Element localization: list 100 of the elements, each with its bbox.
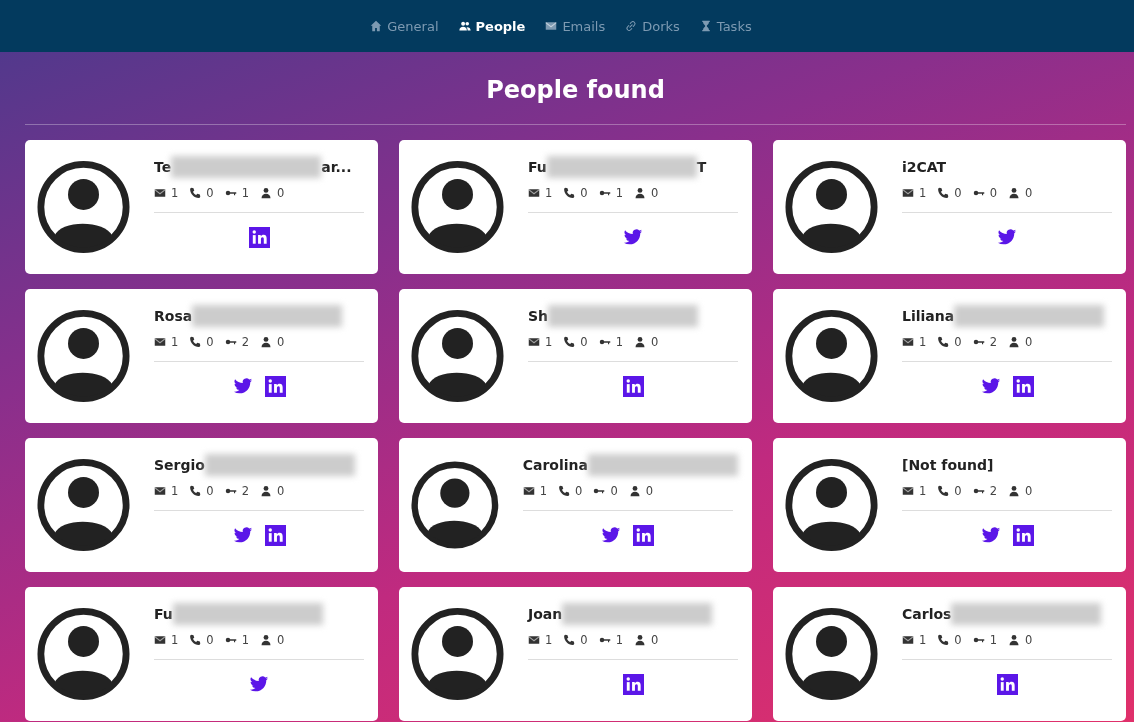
avatar-icon (411, 159, 504, 255)
user-icon (634, 634, 646, 646)
envelope-icon (545, 20, 558, 32)
count-value: 0 (954, 484, 962, 498)
count-value: 0 (989, 186, 997, 200)
email-icon (154, 634, 166, 646)
email-icon (902, 634, 914, 646)
user-icon (628, 485, 641, 497)
user-icon (260, 634, 272, 646)
person-name: Te (154, 159, 172, 175)
count-value: 0 (575, 484, 583, 498)
people-icon (458, 20, 471, 32)
count-value: 1 (919, 186, 927, 200)
count-value: 1 (545, 633, 553, 647)
bird-icon[interactable] (232, 376, 253, 396)
bird-icon[interactable] (232, 525, 253, 545)
count-value: 1 (171, 186, 179, 200)
phone-icon (937, 634, 950, 646)
linkedin-icon[interactable] (248, 227, 270, 248)
avatar-icon (411, 606, 504, 702)
person-name: Liliana (902, 308, 955, 324)
person-name: [Not found] (902, 457, 994, 473)
avatar-icon (785, 159, 878, 255)
avatar-icon (411, 308, 504, 404)
phone-icon (189, 187, 202, 199)
email-icon (528, 336, 540, 348)
user-icon (634, 336, 646, 348)
nav-tab[interactable]: People (458, 18, 526, 34)
bird-icon[interactable] (249, 674, 269, 694)
phone-icon (189, 336, 202, 348)
avatar-icon (785, 457, 878, 553)
person-name: Joan (528, 606, 563, 622)
bird-icon[interactable] (980, 525, 1001, 545)
linkedin-icon[interactable] (622, 376, 644, 397)
linkedin-icon[interactable] (622, 674, 644, 695)
count-value: 0 (277, 484, 285, 498)
linkedin-icon[interactable] (1012, 525, 1034, 546)
email-icon (528, 634, 540, 646)
nav-tab[interactable]: Emails (545, 18, 606, 34)
count-value: 1 (919, 633, 927, 647)
count-value: 0 (206, 633, 214, 647)
phone-icon (563, 634, 576, 646)
linkedin-icon[interactable] (264, 525, 286, 546)
count-value: 1 (241, 186, 249, 200)
person-name: Sergio (154, 457, 205, 473)
count-value: 0 (580, 633, 588, 647)
user-icon (260, 336, 272, 348)
person-name: i2CAT (902, 159, 947, 175)
user-icon (1008, 187, 1020, 199)
email-icon (522, 485, 535, 497)
count-value: 0 (277, 335, 285, 349)
count-value: 0 (580, 186, 588, 200)
person-name: Rosa (154, 308, 193, 324)
bird-icon[interactable] (623, 227, 643, 247)
count-value: 0 (954, 633, 962, 647)
linkedin-icon[interactable] (633, 525, 655, 546)
home-icon (370, 20, 383, 32)
bird-icon[interactable] (997, 227, 1017, 247)
count-value: 2 (989, 484, 997, 498)
nav-tab[interactable]: Tasks (699, 18, 752, 34)
bird-icon[interactable] (980, 376, 1001, 396)
count-value: 2 (241, 484, 249, 498)
count-value: 1 (615, 633, 623, 647)
nav-tab[interactable]: General (370, 18, 439, 34)
bird-icon[interactable] (601, 525, 622, 545)
count-value: 0 (1025, 335, 1033, 349)
user-icon (260, 485, 272, 497)
email-icon (902, 187, 914, 199)
link-icon (625, 20, 638, 32)
linkedin-icon[interactable] (1012, 376, 1034, 397)
person-name: Carlos (902, 606, 952, 622)
person-name: Carolina (522, 457, 588, 473)
count-value: 0 (580, 335, 588, 349)
user-icon (1008, 634, 1020, 646)
count-value: 2 (989, 335, 997, 349)
count-value: 1 (919, 335, 927, 349)
phone-icon (558, 485, 571, 497)
count-value: 1 (615, 186, 623, 200)
email-icon (154, 336, 166, 348)
count-value: 1 (171, 633, 179, 647)
nav-tab[interactable]: Dorks (625, 18, 680, 34)
email-icon (154, 187, 166, 199)
count-value: 1 (171, 484, 179, 498)
user-icon (1008, 336, 1020, 348)
avatar-icon (785, 308, 878, 404)
count-value: 0 (651, 633, 659, 647)
linkedin-icon[interactable] (996, 674, 1018, 695)
hourglass-icon (699, 20, 712, 32)
count-value: 0 (954, 186, 962, 200)
avatar-icon (785, 606, 878, 702)
person-name: T (696, 159, 707, 175)
phone-icon (563, 187, 576, 199)
email-icon (154, 485, 166, 497)
linkedin-icon[interactable] (264, 376, 286, 397)
count-value: 0 (206, 186, 214, 200)
count-value: 0 (1025, 484, 1033, 498)
phone-icon (189, 485, 202, 497)
page-title: People found (25, 52, 1126, 125)
phone-icon (563, 336, 576, 348)
count-value: 1 (539, 484, 548, 498)
